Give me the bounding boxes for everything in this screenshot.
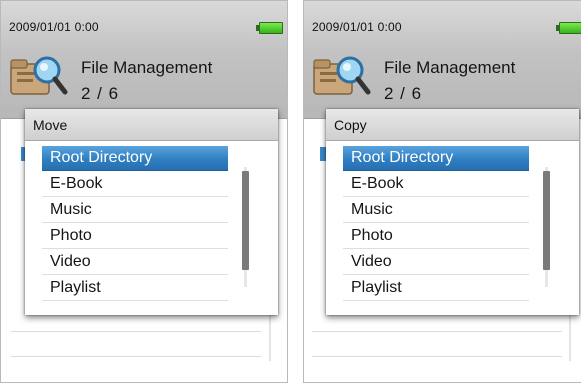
option-root-directory[interactable]: Root Directory bbox=[42, 146, 228, 171]
status-datetime: 2009/01/01 0:00 bbox=[9, 20, 99, 34]
file-management-icon bbox=[10, 56, 68, 95]
option-label: E-Book bbox=[50, 175, 103, 192]
dialog-scroll-thumb[interactable] bbox=[543, 171, 550, 270]
dialog-scroll-thumb[interactable] bbox=[242, 171, 249, 270]
option-label: Playlist bbox=[351, 279, 402, 296]
page-indicator: 2 / 6 bbox=[384, 84, 423, 103]
option-e-book[interactable]: E-Book bbox=[343, 172, 529, 197]
option-label: Video bbox=[351, 253, 392, 270]
option-root-directory[interactable]: Root Directory bbox=[343, 146, 529, 171]
option-label: Playlist bbox=[50, 279, 101, 296]
list-divider bbox=[11, 331, 261, 332]
option-label: Root Directory bbox=[50, 149, 153, 166]
option-label: Music bbox=[351, 201, 393, 218]
app-title: File Management bbox=[81, 58, 213, 77]
option-label: E-Book bbox=[351, 175, 404, 192]
option-e-book[interactable]: E-Book bbox=[42, 172, 228, 197]
copy-dialog: Copy Root Directory E-Book Music Photo V… bbox=[326, 109, 579, 315]
header-bar: 2009/01/01 0:00 File Management 2 / 6 bbox=[304, 1, 581, 119]
option-label: Video bbox=[50, 253, 91, 270]
option-video[interactable]: Video bbox=[42, 250, 228, 275]
status-datetime: 2009/01/01 0:00 bbox=[312, 20, 402, 34]
option-video[interactable]: Video bbox=[343, 250, 529, 275]
option-music[interactable]: Music bbox=[42, 198, 228, 223]
dialog-title-bar: Move bbox=[25, 109, 278, 141]
page-indicator: 2 / 6 bbox=[81, 84, 120, 103]
move-dialog: Move Root Directory E-Book Music Photo V… bbox=[25, 109, 278, 315]
option-label: Root Directory bbox=[351, 149, 454, 166]
option-photo[interactable]: Photo bbox=[42, 224, 228, 249]
dialog-title-bar: Copy bbox=[326, 109, 579, 141]
device-screen-copy: 2009/01/01 0:00 File Management 2 / 6 Co… bbox=[303, 0, 581, 383]
option-photo[interactable]: Photo bbox=[343, 224, 529, 249]
dialog-title: Move bbox=[33, 117, 68, 133]
dialog-title: Copy bbox=[334, 117, 367, 133]
list-divider bbox=[11, 356, 261, 357]
option-label: Photo bbox=[50, 227, 92, 244]
device-screen-move: 2009/01/01 0:00 File Management 2 / 6 Mo… bbox=[0, 0, 288, 383]
option-playlist[interactable]: Playlist bbox=[42, 276, 228, 301]
option-label: Photo bbox=[351, 227, 393, 244]
list-divider bbox=[312, 356, 562, 357]
option-label: Music bbox=[50, 201, 92, 218]
list-divider bbox=[312, 331, 562, 332]
battery-icon bbox=[556, 22, 581, 34]
file-management-icon bbox=[313, 56, 371, 95]
app-title: File Management bbox=[384, 58, 516, 77]
option-playlist[interactable]: Playlist bbox=[343, 276, 529, 301]
battery-icon bbox=[256, 22, 283, 34]
header-bar: 2009/01/01 0:00 File Management 2 / 6 bbox=[1, 1, 287, 119]
option-music[interactable]: Music bbox=[343, 198, 529, 223]
